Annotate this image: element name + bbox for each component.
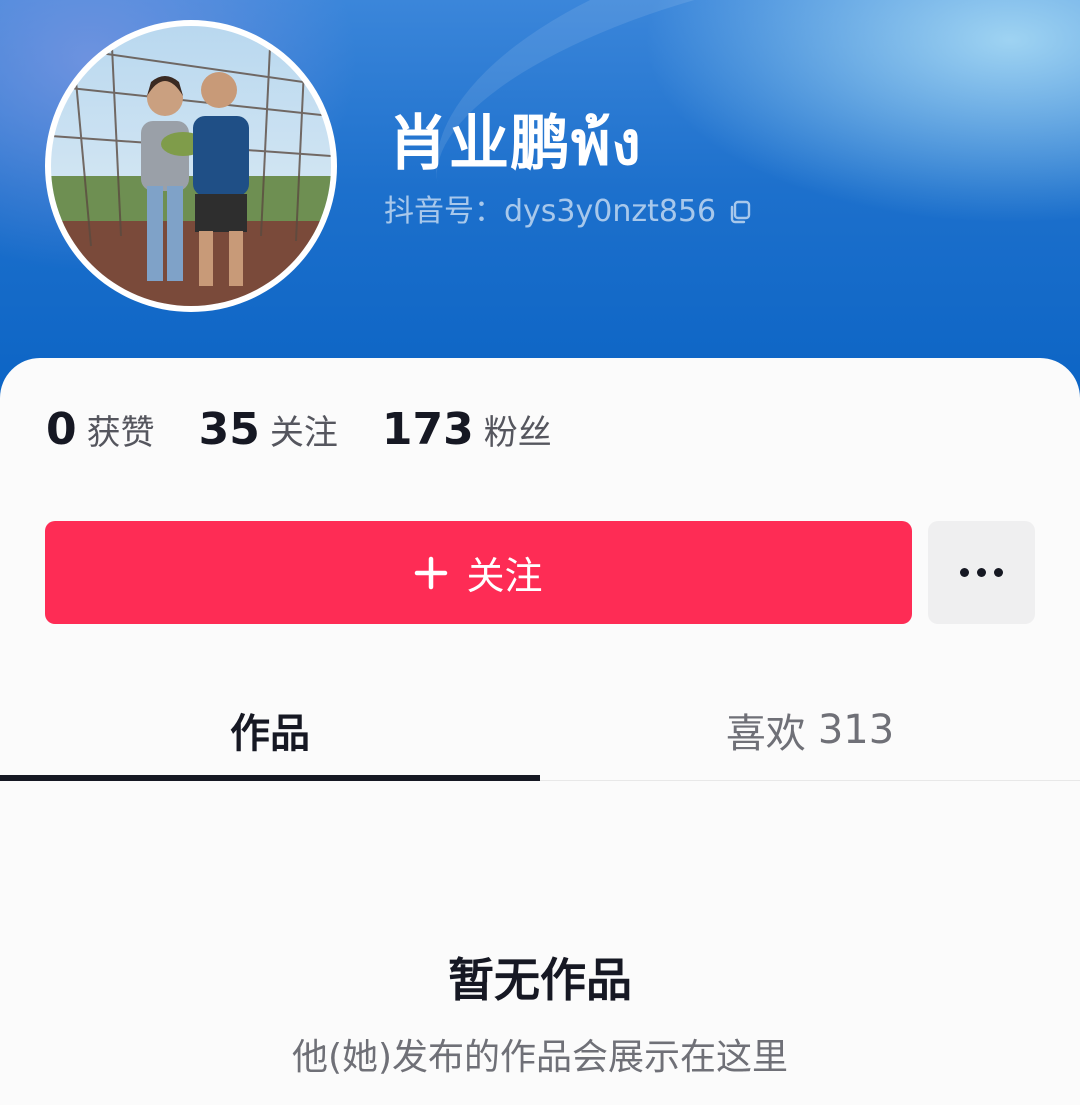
follow-button[interactable]: 关注	[45, 521, 912, 624]
profile-handle[interactable]: 抖音号： dys3y0nzt856	[384, 192, 754, 232]
stat-value: 173	[381, 404, 474, 455]
empty-state-subtitle: 他(她)发布的作品会展示在这里	[291, 1037, 789, 1078]
stat-likes[interactable]: 0 获赞	[46, 404, 155, 455]
stat-value: 35	[198, 404, 260, 455]
tab-count: 313	[817, 707, 895, 753]
avatar[interactable]	[45, 20, 337, 312]
tab-label: 喜欢	[725, 711, 806, 757]
empty-state-title: 暂无作品	[448, 953, 632, 1007]
handle-label: 抖音号：	[384, 194, 504, 229]
avatar-photo	[51, 26, 331, 306]
handle-id: dys3y0nzt856	[504, 194, 717, 229]
profile-name: 肖业鹏พ้ง	[388, 109, 642, 179]
stat-label: 粉丝	[483, 413, 552, 453]
plus-icon	[415, 556, 448, 589]
stat-label: 获赞	[86, 413, 155, 453]
tab-likes[interactable]: 喜欢 313	[540, 680, 1080, 780]
profile-header-banner: 肖业鹏พ้ง 抖音号： dys3y0nzt856	[0, 0, 1080, 420]
stat-value: 0	[46, 404, 77, 455]
tab-label: 作品	[230, 711, 310, 757]
more-dots-icon	[960, 568, 1003, 577]
copy-icon[interactable]	[726, 198, 754, 226]
profile-stats: 0 获赞 35 关注 173 粉丝	[46, 404, 596, 464]
stat-followers[interactable]: 173 粉丝	[382, 404, 552, 455]
follow-button-label: 关注	[466, 554, 543, 598]
more-options-button[interactable]	[928, 521, 1035, 624]
stat-label: 关注	[269, 413, 338, 453]
tab-works[interactable]: 作品	[0, 680, 540, 781]
stat-following[interactable]: 35 关注	[199, 404, 338, 455]
profile-tabs: 作品 喜欢 313	[0, 680, 1080, 781]
